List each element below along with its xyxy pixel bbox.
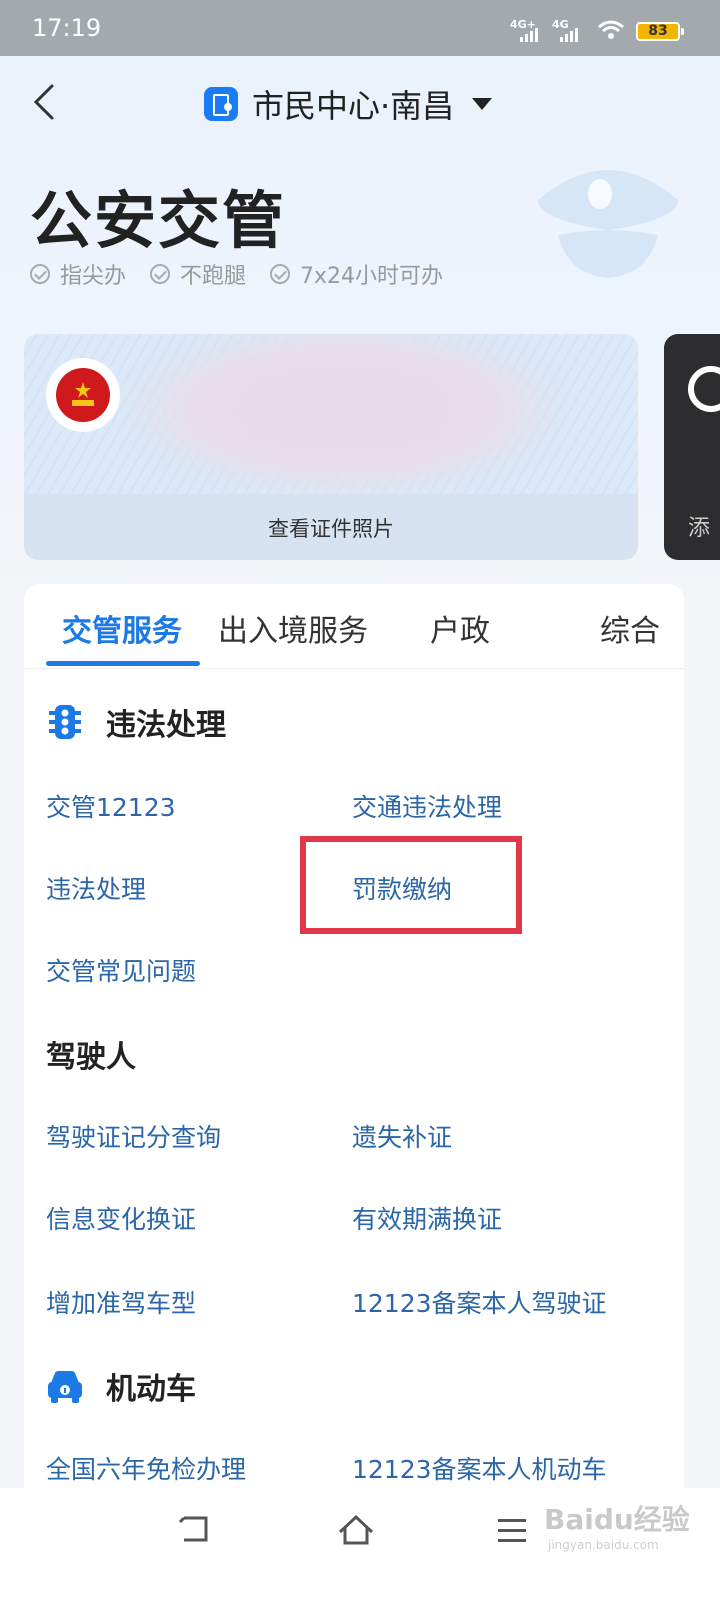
link-license-points-query[interactable]: 驾驶证记分查询 — [46, 1118, 221, 1154]
section-title-label: 机动车 — [106, 1372, 196, 1407]
service-panel: 交管服务 出入境服务 户政 综合 违法处理 交管12123 交通违法处理 违法处… — [24, 584, 684, 1504]
link-12123-register-vehicle[interactable]: 12123备案本人机动车 — [352, 1450, 607, 1486]
feature-label: 7x24小时可办 — [300, 264, 444, 289]
link-info-change-renewal[interactable]: 信息变化换证 — [46, 1200, 196, 1236]
battery-tip — [681, 28, 684, 35]
wifi-icon — [598, 20, 624, 39]
citizen-center-logo-icon — [204, 87, 238, 121]
dropdown-caret-icon — [472, 98, 493, 110]
feature-item: 指尖办 — [30, 258, 126, 290]
link-12123-register-license[interactable]: 12123备案本人驾驶证 — [352, 1284, 607, 1320]
check-circle-icon — [270, 264, 291, 284]
police-cap-icon — [538, 170, 678, 278]
page-title: 公安交管 — [30, 184, 287, 257]
battery-level: 83 — [648, 23, 668, 39]
highlight-box — [300, 836, 522, 934]
check-circle-icon — [30, 264, 50, 284]
feature-label: 不跑腿 — [180, 264, 247, 289]
id-card[interactable]: 查看证件照片 — [24, 334, 638, 560]
service-tabs: 交管服务 出入境服务 户政 综合 — [24, 584, 684, 669]
feature-list: 指尖办 不跑腿 7x24小时可办 — [30, 258, 467, 290]
blurred-personal-info — [134, 334, 554, 494]
link-violation-handling[interactable]: 违法处理 — [46, 870, 146, 906]
link-six-year-inspection-exempt[interactable]: 全国六年免检办理 — [46, 1450, 246, 1486]
section-title-label: 驾驶人 — [46, 1040, 136, 1075]
section-title-driver: 驾驶人 — [46, 1032, 136, 1076]
watermark-url: jingyan.baidu.com — [548, 1538, 659, 1552]
car-icon — [48, 1371, 82, 1403]
home-nav-icon[interactable] — [336, 1512, 376, 1548]
network-label-2: 4G — [552, 18, 569, 31]
active-tab-indicator — [46, 661, 200, 666]
status-time: 17:19 — [32, 14, 102, 42]
city-selector[interactable]: 市民中心·南昌 — [204, 84, 493, 125]
national-emblem-icon — [46, 358, 120, 432]
link-add-vehicle-class[interactable]: 增加准驾车型 — [46, 1284, 196, 1320]
back-arrow-icon[interactable] — [28, 82, 68, 122]
section-title-label: 违法处理 — [106, 708, 226, 743]
battery-icon: 83 — [636, 22, 680, 41]
city-title: 市民中心·南昌 — [252, 87, 455, 125]
tab-general[interactable]: 综合 — [600, 606, 660, 650]
next-card[interactable]: 添 — [664, 334, 720, 560]
add-card-icon — [688, 366, 720, 412]
feature-item: 7x24小时可办 — [270, 258, 443, 290]
section-title-vehicle: 机动车 — [46, 1364, 196, 1408]
link-traffic-faq[interactable]: 交管常见问题 — [46, 952, 196, 988]
link-traffic-12123[interactable]: 交管12123 — [46, 788, 176, 824]
tab-traffic-services[interactable]: 交管服务 — [62, 606, 182, 650]
status-bar: 17:19 4G+ 4G 83 — [0, 0, 720, 56]
link-traffic-violation-handling[interactable]: 交通违法处理 — [352, 788, 502, 824]
section-title-violation: 违法处理 — [46, 700, 226, 744]
back-nav-icon[interactable] — [178, 1512, 214, 1548]
link-expiry-renewal[interactable]: 有效期满换证 — [352, 1200, 502, 1236]
feature-item: 不跑腿 — [150, 258, 246, 290]
tab-household[interactable]: 户政 — [430, 606, 490, 650]
watermark-text: Baidu经验 — [544, 1503, 690, 1536]
tab-exit-entry-services[interactable]: 出入境服务 — [218, 606, 368, 650]
link-lost-replacement[interactable]: 遗失补证 — [352, 1118, 452, 1154]
check-circle-icon — [150, 264, 171, 284]
menu-nav-icon[interactable] — [496, 1512, 528, 1548]
feature-label: 指尖办 — [60, 264, 127, 289]
next-card-label: 添 — [688, 516, 711, 541]
network-label-1: 4G+ — [510, 18, 536, 31]
traffic-light-icon — [49, 705, 81, 739]
view-photo-button[interactable]: 查看证件照片 — [24, 494, 638, 560]
